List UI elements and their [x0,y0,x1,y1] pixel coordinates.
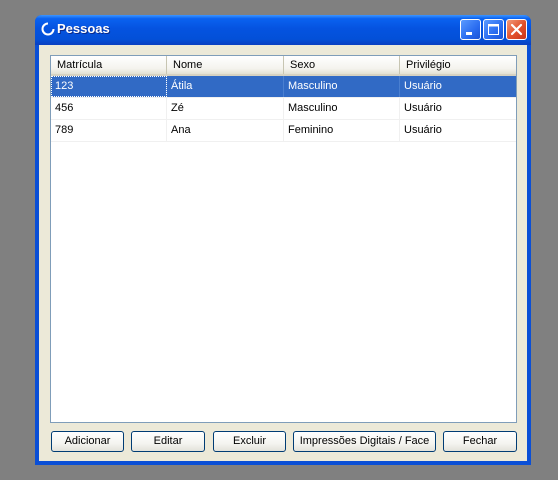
cell-privilegio: Usuário [404,102,442,114]
cell-nome: Átila [167,76,284,97]
close-window-button[interactable] [506,19,527,40]
window-client-area: Matrícula Nome Sexo Privilégio 123 Átila… [39,45,527,461]
cell-nome: Zé [167,98,284,119]
minimize-icon [466,32,472,35]
cell-matricula: 123 [51,76,167,97]
pessoas-window: Pessoas Matrícula Nome Sexo Privilégio 1… [35,15,531,465]
table-row[interactable]: 789 Ana Feminino Usuário [51,120,516,142]
close-icon [510,23,523,36]
fingerprints-face-button[interactable]: Impressões Digitais / Face [293,431,436,452]
cell-sexo: Masculino [284,76,400,97]
cell-privilegio: Usuário [404,124,442,136]
maximize-icon [488,24,499,35]
cell-nome: Ana [167,120,284,141]
delete-button[interactable]: Excluir [213,431,286,452]
cell-sexo: Feminino [284,120,400,141]
add-button[interactable]: Adicionar [51,431,124,452]
maximize-button[interactable] [483,19,504,40]
cell-privilegio: Usuário [404,80,442,92]
column-header-nome[interactable]: Nome [167,56,284,74]
cell-matricula: 789 [51,120,167,141]
list-header: Matrícula Nome Sexo Privilégio [51,56,516,76]
app-icon [41,22,55,36]
edit-button[interactable]: Editar [131,431,205,452]
table-row[interactable]: 123 Átila Masculino Usuário [51,76,516,98]
close-button[interactable]: Fechar [443,431,517,452]
minimize-button[interactable] [460,19,481,40]
title-bar[interactable]: Pessoas [35,15,531,45]
column-header-matricula[interactable]: Matrícula [51,56,167,74]
table-row[interactable]: 456 Zé Masculino Usuário [51,98,516,120]
column-header-sexo[interactable]: Sexo [284,56,400,74]
cell-matricula: 456 [51,98,167,119]
column-header-privilegio[interactable]: Privilégio [400,56,516,74]
people-list[interactable]: Matrícula Nome Sexo Privilégio 123 Átila… [50,55,517,423]
window-title: Pessoas [57,21,110,36]
cell-sexo: Masculino [284,98,400,119]
